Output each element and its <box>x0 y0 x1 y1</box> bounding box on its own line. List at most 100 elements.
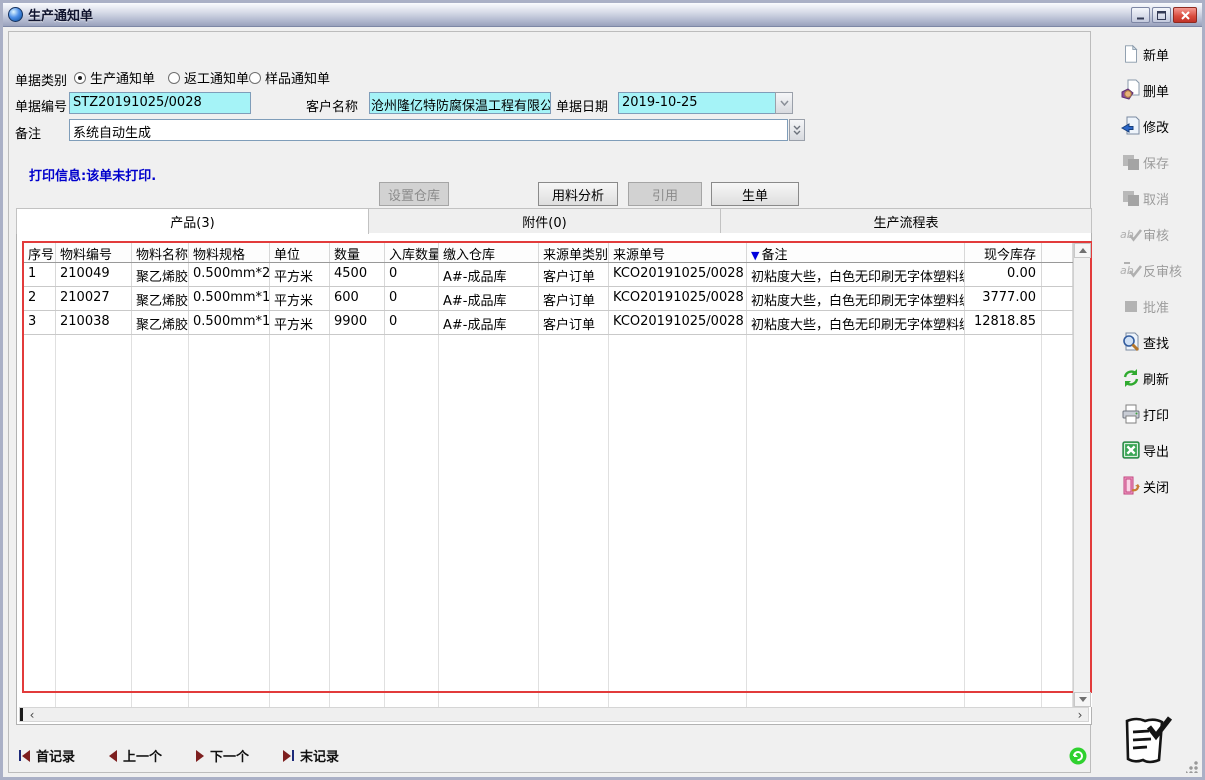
tab-product[interactable]: 产品(3) <box>16 208 369 234</box>
new-doc-icon <box>1119 43 1143 65</box>
col-header-in-qty[interactable]: 入库数量 <box>385 243 439 262</box>
maximize-button[interactable] <box>1152 7 1171 23</box>
close-button[interactable] <box>1173 7 1197 23</box>
tab-production-flow[interactable]: 生产流程表 <box>721 208 1092 234</box>
date-dropdown-button[interactable] <box>775 92 793 114</box>
doc-type-label: 单据类别 <box>15 70 67 89</box>
side-toolbar: 新单 删单 修改 保存 取消 ab 审核 ab <box>1095 33 1205 511</box>
previous-record-button[interactable]: 上一个 <box>109 746 162 765</box>
cell-qty: 600 <box>330 287 385 310</box>
print-button[interactable]: 打印 <box>1119 403 1205 425</box>
col-header-spacer <box>1042 243 1073 262</box>
chevron-down-icon <box>780 100 789 106</box>
approve-icon <box>1119 295 1143 317</box>
cell-stock: 0.00 <box>965 263 1042 286</box>
grid-row-2[interactable]: 2 210027 聚乙烯胶带 0.500mm*100m 平方米 600 0 A#… <box>24 287 1073 311</box>
double-chevron-down-icon <box>792 125 802 136</box>
col-header-qty[interactable]: 数量 <box>330 243 385 262</box>
horizontal-scrollbar[interactable]: ‹ › <box>19 707 1089 722</box>
radio-label: 返工通知单 <box>184 68 249 87</box>
quote-button: 引用 <box>628 182 702 206</box>
refresh-icon <box>1119 367 1143 389</box>
col-header-spec[interactable]: 物料规格 <box>189 243 270 262</box>
cell-qty: 4500 <box>330 263 385 286</box>
scroll-up-button[interactable] <box>1074 243 1091 258</box>
remark-expand-button[interactable] <box>789 119 805 141</box>
reverse-audit-button: ab 反审核 <box>1119 259 1205 281</box>
cancel-icon <box>1119 187 1143 209</box>
col-header-stock[interactable]: 现今库存 <box>965 243 1042 262</box>
scroll-left-button[interactable]: ‹ <box>24 708 40 721</box>
next-record-button[interactable]: 下一个 <box>196 746 249 765</box>
grid-empty-area <box>24 335 1073 707</box>
doc-no-field[interactable]: STZ20191025/0028 <box>69 92 251 114</box>
product-grid: 序号 物料编号 物料名称 物料规格 单位 数量 入库数量 缴入仓库 来源单类别 … <box>22 241 1092 707</box>
cell-seq: 2 <box>24 287 56 310</box>
remark-field[interactable]: 系统自动生成 <box>69 119 788 141</box>
tab-attachment[interactable]: 附件(0) <box>369 208 721 234</box>
material-analysis-button[interactable]: 用料分析 <box>538 182 618 206</box>
cell-remark: 初粘度大些，白色无印刷无字体塑料编织袋 <box>747 311 965 334</box>
resize-grip[interactable] <box>1186 761 1198 773</box>
last-record-button[interactable]: 末记录 <box>283 746 339 765</box>
tab-content: 序号 物料编号 物料名称 物料规格 单位 数量 入库数量 缴入仓库 来源单类别 … <box>16 233 1092 725</box>
grid-row-1[interactable]: 1 210049 聚乙烯胶带 0.500mm*200m 平方米 4500 0 A… <box>24 263 1073 287</box>
radio-label: 样品通知单 <box>265 68 330 87</box>
scroll-up-icon <box>1079 248 1087 253</box>
grid-row-3[interactable]: 3 210038 聚乙烯胶带 0.500mm*150m 平方米 9900 0 A… <box>24 311 1073 335</box>
col-header-code[interactable]: 物料编号 <box>56 243 132 262</box>
splitter-handle[interactable] <box>20 708 23 721</box>
maximize-icon <box>1157 11 1166 20</box>
cell-src-no: KCO20191025/0028 <box>609 311 747 334</box>
delete-doc-icon <box>1119 79 1143 101</box>
vertical-scrollbar[interactable] <box>1073 243 1090 707</box>
col-header-src-type[interactable]: 来源单类别 <box>539 243 609 262</box>
cell-stock: 12818.85 <box>965 311 1042 334</box>
remark-label: 备注 <box>15 123 41 142</box>
cell-name: 聚乙烯胶带 <box>132 287 189 310</box>
radio-production-notice[interactable]: 生产通知单 <box>74 68 155 87</box>
cell-code: 210049 <box>56 263 132 286</box>
next-record-icon <box>196 750 204 762</box>
cell-code: 210038 <box>56 311 132 334</box>
cell-spec: 0.500mm*100m <box>189 287 270 310</box>
refresh-button[interactable]: 刷新 <box>1119 367 1205 389</box>
date-label: 单据日期 <box>556 96 608 115</box>
set-warehouse-button: 设置仓库 <box>379 182 449 206</box>
radio-sample-notice[interactable]: 样品通知单 <box>249 68 330 87</box>
date-field[interactable]: 2019-10-25 <box>618 92 776 114</box>
scroll-right-button[interactable]: › <box>1072 708 1088 721</box>
minimize-button[interactable] <box>1131 7 1150 23</box>
cell-in-qty: 0 <box>385 287 439 310</box>
app-icon <box>8 7 23 22</box>
cell-remark: 初粘度大些，白色无印刷无字体塑料编织袋 <box>747 263 965 286</box>
col-header-src-no[interactable]: 来源单号 <box>609 243 747 262</box>
cell-spec: 0.500mm*150m <box>189 311 270 334</box>
cell-unit: 平方米 <box>270 311 330 334</box>
new-order-button[interactable]: 新单 <box>1119 43 1205 65</box>
printer-icon <box>1119 403 1143 425</box>
delete-order-button[interactable]: 删单 <box>1119 79 1205 101</box>
modify-order-button[interactable]: 修改 <box>1119 115 1205 137</box>
notepad-check-icon[interactable] <box>1119 715 1173 771</box>
col-header-seq[interactable]: 序号 <box>24 243 56 262</box>
col-header-unit[interactable]: 单位 <box>270 243 330 262</box>
record-nav-bar: 首记录 上一个 下一个 末记录 <box>19 746 339 765</box>
customer-label: 客户名称 <box>306 96 358 115</box>
last-record-icon <box>283 750 294 762</box>
grid-header-row: 序号 物料编号 物料名称 物料规格 单位 数量 入库数量 缴入仓库 来源单类别 … <box>24 243 1073 263</box>
col-header-warehouse[interactable]: 缴入仓库 <box>439 243 539 262</box>
col-header-remark[interactable]: ▼备注 <box>747 243 965 262</box>
close-form-button[interactable]: 关闭 <box>1119 475 1205 497</box>
minimize-icon <box>1136 11 1145 20</box>
generate-order-button[interactable]: 生单 <box>711 182 799 206</box>
search-button[interactable]: 查找 <box>1119 331 1205 353</box>
first-record-button[interactable]: 首记录 <box>19 746 75 765</box>
customer-field[interactable]: 沧州隆亿特防腐保温工程有限公司 <box>369 92 551 114</box>
audit-icon: ab <box>1119 223 1143 245</box>
export-button[interactable]: 导出 <box>1119 439 1205 461</box>
radio-rework-notice[interactable]: 返工通知单 <box>168 68 249 87</box>
app-window: 生产通知单 单据类别 生产通知单 返工通知单 样品通知单 单据编号 <box>0 0 1205 780</box>
scroll-down-button[interactable] <box>1074 692 1091 707</box>
col-header-name[interactable]: 物料名称 <box>132 243 189 262</box>
